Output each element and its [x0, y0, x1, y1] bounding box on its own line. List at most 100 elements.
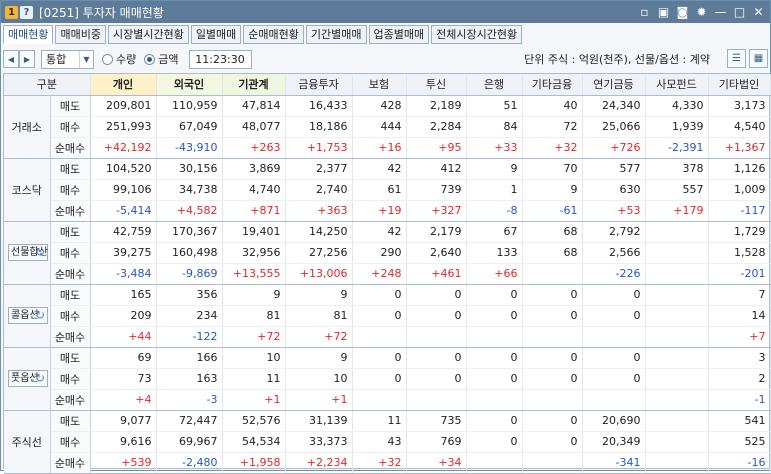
value-cell: 14 [708, 305, 771, 327]
value-cell: 0 [522, 284, 583, 306]
copy-icon[interactable]: ▣ [656, 4, 671, 19]
tab-7[interactable]: 전체시장시간현황 [431, 25, 523, 44]
window-icon[interactable]: ▫ [637, 4, 652, 19]
value-cell [522, 389, 583, 411]
value-cell: 9 [522, 179, 583, 201]
group-toggle-button[interactable]: 풋옵션 ↻ [8, 370, 49, 387]
value-cell: 0 [582, 347, 646, 369]
next-arrow-icon[interactable]: ▶ [19, 50, 35, 68]
radio-quantity-dot[interactable] [102, 53, 113, 65]
column-header[interactable]: 금융투자 [285, 74, 353, 96]
table-row: 매수 73 163 11 10 0 0 0 0 0 2 [4, 368, 771, 390]
value-cell: 52,576 [222, 410, 286, 432]
value-cell: 2,284 [406, 116, 467, 138]
value-cell: 0 [406, 347, 467, 369]
column-header[interactable]: 기타법인 [708, 74, 771, 96]
time-field[interactable]: 11:23:30 [188, 49, 252, 69]
tab-3[interactable]: 일별매매 [190, 25, 242, 44]
tab-5[interactable]: 기간별매매 [305, 25, 367, 44]
group-cell[interactable]: 콜옵션 ↻ [4, 284, 51, 348]
row-label: 순매수 [50, 326, 91, 348]
row-label: 매도 [50, 95, 91, 117]
column-header[interactable]: 보험 [352, 74, 407, 96]
value-cell: 110,959 [156, 95, 223, 117]
column-header[interactable]: 개인 [90, 74, 157, 96]
value-cell: 160,498 [156, 242, 223, 264]
column-header[interactable]: 구분 [4, 74, 91, 96]
tab-0[interactable]: 매매현황 [3, 25, 54, 44]
tab-6[interactable]: 업종별매매 [368, 25, 430, 44]
radio-quantity[interactable]: 수량 [102, 51, 136, 67]
screen-number-badge[interactable]: 1 [5, 5, 18, 19]
value-cell: -16 [708, 452, 771, 474]
market-select[interactable]: 통합 ▼ [41, 49, 94, 69]
value-cell: 3,869 [222, 158, 286, 180]
value-cell: 170,367 [156, 221, 223, 243]
table-row: 순매수 +44 -122 +72 +72 +7 [4, 326, 771, 348]
value-cell: 67 [466, 221, 523, 243]
row-label: 매수 [50, 179, 91, 201]
value-cell: +327 [406, 200, 467, 222]
tab-2[interactable]: 시장별시간현황 [107, 25, 189, 44]
value-cell: 9,077 [90, 410, 157, 432]
group-toggle-button[interactable]: 선물합산 ↻ [8, 244, 49, 261]
gear-icon[interactable]: ✹ [694, 4, 709, 19]
value-cell: 0 [466, 410, 523, 432]
value-cell: 0 [582, 284, 646, 306]
value-cell: 2,566 [582, 242, 646, 264]
value-cell: +72 [222, 326, 286, 348]
refresh-icon[interactable]: ↻ [35, 309, 45, 321]
radio-amount-dot[interactable] [144, 53, 156, 65]
group-label: 주식선 [11, 435, 42, 449]
minimize-icon[interactable]: — [713, 4, 728, 19]
value-cell: 99,106 [90, 179, 157, 201]
value-cell: 0 [522, 431, 583, 453]
refresh-icon[interactable]: ↻ [35, 246, 45, 258]
column-header[interactable]: 사모펀드 [645, 74, 709, 96]
camera-icon[interactable]: ◙ [675, 4, 690, 19]
column-header[interactable]: 기관계 [222, 74, 286, 96]
close-icon[interactable]: ✕ [751, 4, 766, 19]
table-row: 순매수 -3,484 -9,869 +13,555 +13,006 +248 +461 +66… [4, 263, 771, 285]
column-header[interactable]: 은행 [466, 74, 523, 96]
value-cell [645, 452, 709, 474]
tab-1[interactable]: 매매비중 [55, 25, 106, 44]
maximize-icon[interactable]: □ [732, 4, 747, 19]
value-cell: 1,126 [708, 158, 771, 180]
grid-view-icon[interactable]: ▦ [749, 49, 768, 68]
group-toggle-button[interactable]: 콜옵션 ↻ [8, 307, 49, 324]
value-cell: 1,729 [708, 221, 771, 243]
value-cell: 0 [582, 368, 646, 390]
value-cell: 0 [522, 347, 583, 369]
value-cell: 0 [352, 284, 407, 306]
list-view-icon[interactable]: ☰ [727, 49, 746, 68]
table-row: 선물합산 ↻ 매도 42,759 170,367 19,401 14,250 42 2,179 6… [4, 221, 771, 285]
value-cell: +34 [406, 452, 467, 474]
help-icon[interactable]: ? [20, 5, 33, 19]
column-header[interactable]: 연기금등 [582, 74, 646, 96]
prev-arrow-icon[interactable]: ◀ [3, 50, 19, 68]
value-cell [466, 326, 523, 348]
chevron-down-icon[interactable]: ▼ [79, 50, 93, 68]
value-cell: 290 [352, 242, 407, 264]
group-cell[interactable]: 풋옵션 ↻ [4, 347, 51, 411]
value-cell: 20,690 [582, 410, 646, 432]
value-cell: -341 [582, 452, 646, 474]
group-cell[interactable]: 선물합산 ↻ [4, 221, 51, 285]
group-cell: 코스닥 [4, 158, 51, 222]
column-header[interactable]: 투신 [406, 74, 467, 96]
value-cell: 209,801 [90, 95, 157, 117]
radio-amount[interactable]: 금액 [144, 51, 179, 67]
value-cell: 9,616 [90, 431, 157, 453]
tab-4[interactable]: 순매매현황 [243, 25, 304, 44]
value-cell: 2,640 [406, 242, 467, 264]
value-cell: 69 [90, 347, 157, 369]
value-cell: 0 [406, 284, 467, 306]
refresh-icon[interactable]: ↻ [35, 372, 45, 384]
value-cell: 0 [466, 347, 523, 369]
value-cell: +461 [406, 263, 467, 285]
table-row: 매수 39,275 160,498 32,956 27,256 290 2,640 133 68… [4, 242, 771, 264]
column-header[interactable]: 외국인 [156, 74, 223, 96]
value-cell: -226 [582, 263, 646, 285]
column-header[interactable]: 기타금융 [522, 74, 583, 96]
